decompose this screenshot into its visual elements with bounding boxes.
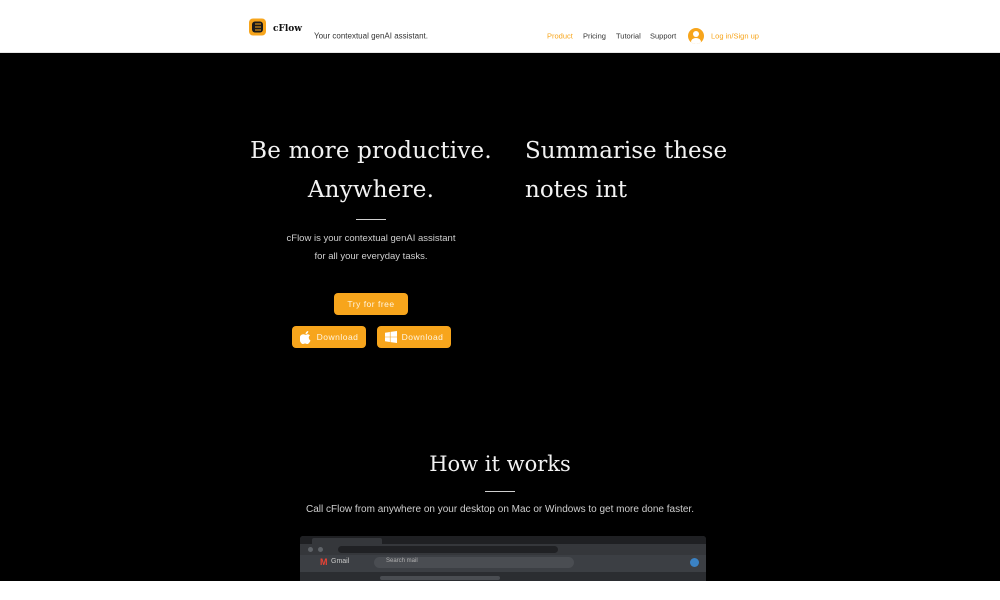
user-avatar-icon[interactable] [688,28,704,44]
download-windows-button[interactable]: Download [377,326,451,348]
hero-description-line2: for all your everyday tasks. [314,251,428,262]
how-it-works-subtitle: Call cFlow from anywhere on your desktop… [306,504,694,515]
apple-icon [299,330,311,344]
hero-section: Be more productive. Anywhere. Summarise … [0,53,1000,581]
url-field [338,546,558,553]
how-it-works-title: How it works [429,452,571,476]
nav-product[interactable]: Product [547,32,573,41]
gmail-actions-row [380,576,500,580]
gmail-avatar-icon [690,558,699,567]
how-it-works-divider [485,491,515,492]
brand-tagline: Your contextual genAI assistant. [314,31,428,41]
gmail-logo-icon: M [320,557,328,567]
typing-demo-line2: notes int [525,177,628,203]
typing-demo-line1: Summarise these [525,138,728,164]
download-mac-button[interactable]: Download [292,326,366,348]
hero-description-line1: cFlow is your contextual genAI assistant [286,233,456,244]
cflow-logo-icon[interactable] [249,18,266,36]
app-preview-screenshot: M Gmail Search mail [300,536,706,581]
nav-pricing[interactable]: Pricing [583,32,606,41]
download-windows-label: Download [401,332,444,342]
try-for-free-button[interactable]: Try for free [334,293,408,315]
hero-headline-line2: Anywhere. [307,177,435,203]
brand-name[interactable]: cFlow [273,24,302,34]
hero-headline-line1: Be more productive. [250,138,492,164]
try-for-free-label: Try for free [347,299,395,309]
gmail-label: Gmail [331,558,350,565]
download-mac-label: Download [316,332,359,342]
page-footer-strip [0,581,1000,600]
windows-icon [384,331,397,343]
hero-divider [356,219,386,220]
nav-support[interactable]: Support [650,32,676,41]
forward-icon [318,547,323,552]
gmail-search-placeholder: Search mail [386,558,418,564]
back-icon [308,547,313,552]
top-header: cFlow Your contextual genAI assistant. P… [0,0,1000,53]
login-signup-link[interactable]: Log in/Sign up [711,32,759,41]
nav-tutorial[interactable]: Tutorial [616,32,641,41]
